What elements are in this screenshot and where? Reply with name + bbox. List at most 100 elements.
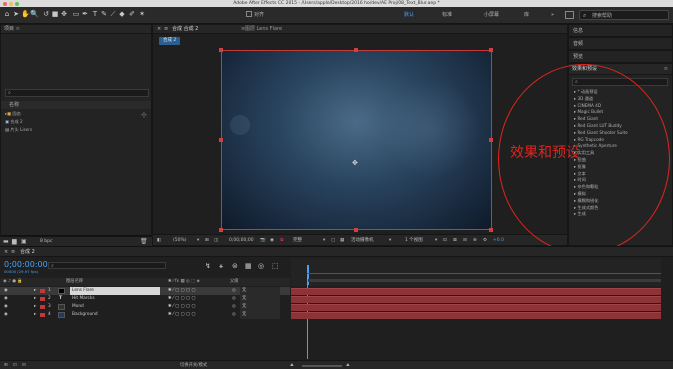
pan-behind-tool-icon[interactable]: ✥ xyxy=(60,10,68,19)
panel-menu-icon[interactable]: ≡ xyxy=(164,25,168,34)
info-panel-title[interactable]: 信息 xyxy=(569,25,672,37)
frame-blending-icon[interactable]: ▦ xyxy=(245,262,252,270)
pen-tool-icon[interactable]: ✒ xyxy=(81,10,89,19)
roto-brush-tool-icon[interactable]: ✐ xyxy=(128,10,136,19)
eye-icon[interactable]: ◉ xyxy=(4,303,8,311)
timeline-layer-row[interactable]: ◉ ▸ 2 T Hit Marcks ✱ ⁄ ▢ ▢ ▢ ▢ ◎ 无 xyxy=(0,295,290,303)
rectangle-tool-icon[interactable]: ▭ xyxy=(72,10,80,19)
layer-name[interactable]: Hit Marcks xyxy=(72,295,95,303)
transform-handle[interactable] xyxy=(489,138,493,142)
show-channel-icon[interactable]: ◉ xyxy=(270,235,274,246)
parent-dropdown[interactable]: 无 xyxy=(240,303,280,311)
layer-switches-icon[interactable]: ✱ ⁄ ▢ ▢ ▢ ▢ xyxy=(168,287,195,295)
rotate-tool-icon[interactable]: ↺ xyxy=(42,10,50,19)
close-window-button[interactable] xyxy=(3,1,7,6)
close-tab-icon[interactable]: × xyxy=(157,25,161,34)
layer-duration-bar[interactable] xyxy=(291,288,661,295)
parent-dropdown[interactable]: 无 xyxy=(240,311,280,319)
expand-arrow-icon[interactable]: ▸ xyxy=(34,311,36,319)
always-preview-icon[interactable]: ◧ xyxy=(157,235,161,246)
timeline-layer-row[interactable]: ◉ ▸ 4 Background ✱ ⁄ ▢ ▢ ▢ ▢ ◎ 无 xyxy=(0,311,290,319)
timeline-layer-row[interactable]: ◉ ▸ 3 Mond ✱ ⁄ ▢ ▢ ▢ ▢ ◎ 无 xyxy=(0,303,290,311)
interpret-footage-icon[interactable]: ▬ xyxy=(3,238,9,245)
timeline-icon[interactable]: ⊟ xyxy=(463,235,467,246)
draft-3d-icon[interactable]: ⚹ xyxy=(219,262,223,271)
tab-timeline-comp[interactable]: 合成 2 xyxy=(20,247,35,257)
graph-editor-icon[interactable]: ⬚ xyxy=(272,262,279,270)
exposure-icon[interactable]: ⚙ xyxy=(483,235,487,246)
audio-panel-title[interactable]: 音频 xyxy=(569,38,672,50)
tab-layer[interactable]: 图层 Lens Flare xyxy=(245,25,282,34)
align-checkbox[interactable] xyxy=(246,11,252,17)
toggle-pixel-aspect-icon[interactable]: ⊡ xyxy=(443,235,447,246)
project-item[interactable]: ▤ 片头 Lisers xyxy=(1,126,151,133)
layer-switches-pane-icon[interactable]: ⊞ xyxy=(4,361,8,369)
trash-icon[interactable]: 🗑 xyxy=(140,238,148,245)
type-tool-icon[interactable]: T xyxy=(91,10,99,19)
layer-switches-icon[interactable]: ✱ ⁄ ▢ ▢ ▢ ▢ xyxy=(168,311,195,319)
region-of-interest-icon[interactable]: ▢ xyxy=(331,235,335,246)
flowchart-icon[interactable]: ⊕ xyxy=(473,235,477,246)
label-color-swatch[interactable] xyxy=(40,305,45,309)
minimize-window-button[interactable] xyxy=(9,1,13,6)
bpc-label[interactable]: 8 bpc xyxy=(40,238,52,246)
transparency-grid-icon[interactable]: ▦ xyxy=(340,235,344,246)
transform-handle[interactable] xyxy=(219,48,223,52)
layer-name-column[interactable]: 图层名称 xyxy=(66,278,83,286)
puppet-pin-tool-icon[interactable]: ✶ xyxy=(138,10,146,19)
layer-switches-icon[interactable]: ✱ ⁄ ▢ ▢ ▢ ▢ xyxy=(168,295,195,303)
zoom-window-button[interactable] xyxy=(15,1,19,6)
timeline-zoom-slider[interactable] xyxy=(302,365,342,367)
zoom-level-dropdown[interactable]: (50%) xyxy=(173,235,187,246)
eye-icon[interactable]: ◉ xyxy=(4,295,8,303)
transform-handle[interactable] xyxy=(219,228,223,232)
parent-column[interactable]: 父级 xyxy=(230,278,239,286)
motion-blur-icon[interactable]: ◎ xyxy=(258,262,264,270)
project-item[interactable]: ▸■ 固态 xyxy=(1,110,151,117)
parent-pickwhip-icon[interactable]: ◎ xyxy=(232,311,236,319)
time-ruler[interactable] xyxy=(291,259,661,286)
label-color-swatch[interactable] xyxy=(40,297,45,301)
project-col-name[interactable]: 名称 xyxy=(1,101,151,109)
work-area-bar[interactable] xyxy=(307,279,661,282)
camera-tool-icon[interactable]: ■ xyxy=(51,10,59,19)
comp-breadcrumb[interactable]: 合成 2 xyxy=(159,37,181,45)
eye-icon[interactable]: ◉ xyxy=(4,311,8,319)
shy-layers-icon[interactable]: ⊜ xyxy=(232,262,238,270)
new-comp-icon[interactable]: ▣ xyxy=(21,238,27,245)
transform-handle[interactable] xyxy=(354,228,358,232)
eye-icon[interactable]: ◉ xyxy=(4,287,8,295)
timeline-search-input[interactable]: ⌕ xyxy=(48,262,166,269)
new-folder-icon[interactable]: ▆ xyxy=(12,238,17,245)
layer-name[interactable]: Lens Flare xyxy=(70,287,160,295)
label-color-swatch[interactable] xyxy=(40,289,45,293)
in-out-pane-icon[interactable]: ⊟ xyxy=(22,361,26,369)
workspace-standard[interactable]: 标准 xyxy=(442,11,452,19)
layer-switches-icon[interactable]: ✱ ⁄ ▢ ▢ ▢ ▢ xyxy=(168,303,195,311)
label-color-swatch[interactable] xyxy=(40,313,45,317)
camera-dropdown[interactable]: 活动摄像机 xyxy=(351,235,374,246)
transform-handle[interactable] xyxy=(489,228,493,232)
home-icon[interactable]: ⌂ xyxy=(3,10,11,19)
workspace-default[interactable]: 默认 xyxy=(404,11,414,19)
parent-pickwhip-icon[interactable]: ◎ xyxy=(232,287,236,295)
workspace-small-screen[interactable]: 小屏幕 xyxy=(484,11,499,19)
color-management-icon[interactable]: ✿ xyxy=(280,235,284,246)
project-search-input[interactable]: ⌕ xyxy=(5,89,149,97)
tab-composition[interactable]: 合成 合成 2 xyxy=(172,25,198,34)
mask-visibility-icon[interactable]: ◫ xyxy=(214,235,218,246)
zoom-out-icon[interactable]: ⛰ xyxy=(290,361,294,369)
workspace-menu-icon[interactable]: » xyxy=(551,11,554,19)
timeline-timecode[interactable]: 0;00:00:00 xyxy=(4,260,48,269)
layer-name[interactable]: Background xyxy=(72,311,98,319)
selection-tool-icon[interactable]: ➤ xyxy=(12,10,20,19)
panel-menu-icon[interactable]: ≡ xyxy=(16,26,20,32)
expand-arrow-icon[interactable]: ▸ xyxy=(34,303,36,311)
hand-tool-icon[interactable]: ✋ xyxy=(21,10,30,19)
comp-mini-flowchart-icon[interactable]: ↯ xyxy=(205,262,211,270)
transform-handle[interactable] xyxy=(354,48,358,52)
layer-duration-bar[interactable] xyxy=(291,312,661,319)
panel-toggle-icon[interactable] xyxy=(565,11,574,19)
eraser-tool-icon[interactable]: ◆ xyxy=(118,10,126,19)
panel-menu-icon[interactable]: ≡ xyxy=(11,247,15,257)
